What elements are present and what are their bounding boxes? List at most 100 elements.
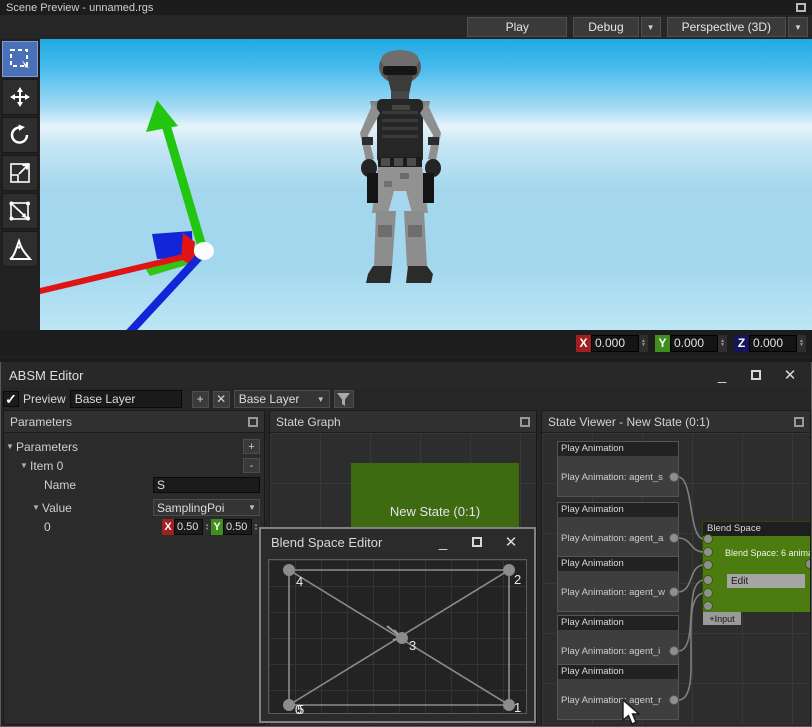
sampling-x-field[interactable]: 0.50 [174,519,203,535]
maximize-button[interactable] [743,365,769,385]
minimize-button[interactable]: _ [709,365,735,385]
viewport-tool-column [0,39,40,330]
tree-row-item0[interactable]: ▼ Item 0 - [4,456,264,475]
remove-parameter-button[interactable]: - [243,458,260,473]
play-animation-node[interactable]: Play Animation Play Animation: agent_a [557,502,679,558]
filter-button[interactable] [334,390,354,408]
x-position-field[interactable]: 0.000 [591,335,639,352]
select-tool-button[interactable] [2,41,38,77]
expander-icon[interactable]: ▼ [30,503,42,512]
scale-tool-button[interactable] [2,155,38,191]
tree-row-parameters[interactable]: ▼ Parameters + [4,437,264,456]
gizmo-axis-y[interactable] [166,125,203,250]
terrain-tool-button[interactable] [2,231,38,267]
close-icon: ✕ [505,533,518,551]
blend-label-2: 2 [514,572,521,587]
scene-window-title: Scene Preview - unnamed.rgs [6,2,153,14]
debug-dropdown-button[interactable]: ▼ [641,17,661,37]
play-animation-node[interactable]: Play Animation Play Animation: agent_s [557,441,679,497]
close-button[interactable]: ✕ [498,532,524,552]
value-type-select[interactable]: SamplingPoi ▼ [153,499,260,516]
play-animation-node[interactable]: Play Animation Play Animation: agent_i [557,615,679,671]
value-label: Value [42,501,72,515]
remove-layer-button[interactable]: ✕ [213,391,230,408]
dock-icon[interactable] [520,417,530,427]
absm-titlebar[interactable]: ABSM Editor _ ✕ [1,362,811,388]
camera-mode-button[interactable]: Perspective (3D) [667,17,786,37]
tree-row-value: ▼ Value SamplingPoi ▼ [4,498,264,517]
chevron-down-icon: ▼ [317,395,325,404]
blend-add-input-button[interactable]: +Input [703,612,741,625]
maximize-icon[interactable] [796,3,806,12]
expander-icon[interactable]: ▼ [18,461,30,470]
state-graph-header[interactable]: State Graph [270,411,536,433]
state-viewer-canvas[interactable]: Play Animation Play Animation: agent_s P… [542,433,810,725]
blend-point-4[interactable] [283,564,295,576]
add-parameter-button[interactable]: + [243,439,260,454]
coord-y-group: Y 0.000 ▲▼ [655,335,727,352]
state-viewer-header[interactable]: State Viewer - New State (0:1) [542,411,810,433]
preview-label: Preview [23,392,66,406]
sampling-y-field[interactable]: 0.50 [223,519,252,535]
absm-window-title: ABSM Editor [9,368,83,383]
camera-mode-dropdown-button[interactable]: ▼ [788,17,808,37]
gizmo-position-bar: X 0.000 ▲▼ Y 0.000 ▲▼ Z 0.000 ▲▼ [0,330,812,356]
dock-icon[interactable] [794,417,804,427]
parameter-name-field[interactable]: S [153,477,260,493]
gizmo-arrowhead-y [146,100,178,132]
blend-label-4: 4 [296,574,303,589]
layer-select[interactable]: Base Layer ▼ [234,390,330,408]
x-spinner[interactable]: ▲▼ [639,335,648,352]
transform-tool-button[interactable] [2,193,38,229]
maximize-button[interactable] [464,532,490,552]
gizmo-origin-handle[interactable] [194,242,214,260]
parameters-panel-header[interactable]: Parameters [4,411,264,433]
blend-label-1: 1 [514,700,521,715]
scene-preview-window: Scene Preview - unnamed.rgs Play Debug ▼… [0,0,812,358]
minimize-icon: _ [439,534,447,551]
move-tool-button[interactable] [2,79,38,115]
chevron-down-icon: ▼ [245,503,259,512]
add-layer-button[interactable]: + [192,391,209,408]
absm-toolbar: ✓ Preview Base Layer + ✕ Base Layer ▼ [1,388,811,410]
blend-point-0-5[interactable] [283,699,295,711]
y-axis-label: Y [655,335,670,352]
move-icon [8,85,32,109]
dock-icon[interactable] [248,417,258,427]
blend-label-5: 5 [297,702,304,715]
select-icon [8,47,32,71]
z-position-field[interactable]: 0.000 [749,335,797,352]
blend-space-points: 4 2 1 0 5 3 [269,560,528,715]
expander-icon[interactable]: ▼ [4,442,16,451]
rotate-tool-button[interactable] [2,117,38,153]
preview-checkbox[interactable]: ✓ [3,391,19,407]
blend-point-3[interactable] [396,632,408,644]
y-spinner[interactable]: ▲▼ [718,335,727,352]
soldier-character-model[interactable] [340,41,460,293]
play-animation-node[interactable]: Play Animation Play Animation: agent_w [557,556,679,612]
minimize-button[interactable]: _ [430,532,456,552]
close-button[interactable]: ✕ [777,365,803,385]
blend-space-graph[interactable]: 4 2 1 0 5 3 [268,559,527,714]
y-position-field[interactable]: 0.000 [670,335,718,352]
z-spinner[interactable]: ▲▼ [797,335,806,352]
chevron-down-icon: ▼ [794,23,802,32]
state-viewer-panel: State Viewer - New State (0:1) Play Anim… [541,410,811,725]
close-icon: ✕ [784,366,797,384]
scene-3d-viewport[interactable] [40,39,812,330]
layer-name-field[interactable]: Base Layer [70,390,182,408]
debug-button[interactable]: Debug [573,17,638,37]
maximize-icon [472,537,482,547]
rotate-icon [8,123,32,147]
scene-titlebar[interactable]: Scene Preview - unnamed.rgs [0,0,812,15]
play-animation-node[interactable]: Play Animation Play Animation: agent_r [557,664,679,720]
x-spinner[interactable]: ▲▼ [203,519,211,535]
blend-space-node[interactable]: Blend Space Blend Space: 6 animatio Edit… [702,521,810,611]
blend-space-editor-window: Blend Space Editor _ ✕ 4 2 1 [259,527,536,723]
blend-edit-button[interactable]: Edit [727,574,805,588]
x-axis-label: X [576,335,591,352]
blend-editor-titlebar[interactable]: Blend Space Editor _ ✕ [261,529,534,555]
play-button[interactable]: Play [467,17,567,37]
y-axis-label: Y [211,519,223,535]
name-label: Name [44,478,76,492]
